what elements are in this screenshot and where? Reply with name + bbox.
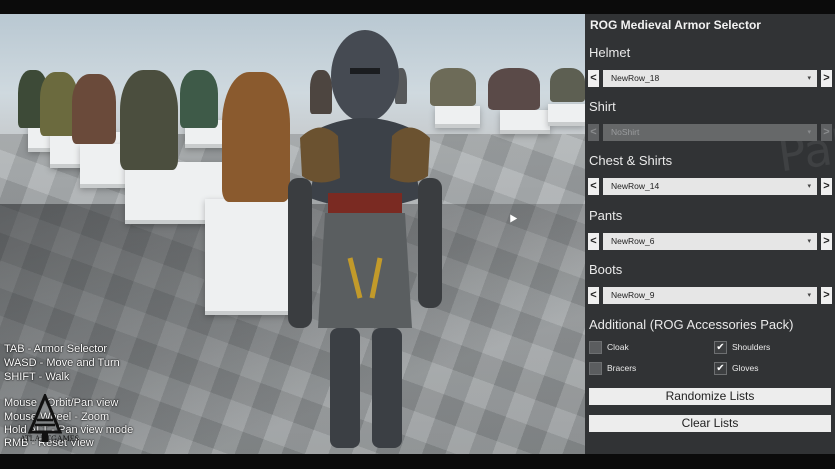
armor-mannequin bbox=[180, 70, 218, 128]
chest-prev-button[interactable]: < bbox=[588, 178, 599, 195]
display-pedestal bbox=[548, 104, 585, 126]
chest-label: Chest & Shirts bbox=[589, 153, 673, 168]
pants-selector: < NewRow_6 ▾ > bbox=[588, 233, 832, 250]
boots-dropdown[interactable]: NewRow_9 ▾ bbox=[603, 287, 817, 304]
bracers-toggle[interactable]: Bracers bbox=[589, 361, 699, 375]
pants-next-button[interactable]: > bbox=[821, 233, 832, 250]
shirt-dropdown[interactable]: NoShirt ▾ bbox=[603, 124, 817, 141]
boots-prev-button[interactable]: < bbox=[588, 287, 599, 304]
cloak-toggle[interactable]: Cloak bbox=[589, 340, 699, 354]
shoulders-checkbox[interactable]: ✔ bbox=[714, 341, 727, 354]
chevron-down-icon: ▾ bbox=[807, 183, 811, 190]
gloves-checkbox[interactable]: ✔ bbox=[714, 362, 727, 375]
chest-value: NewRow_14 bbox=[611, 181, 660, 191]
randomize-lists-button[interactable]: Randomize Lists bbox=[589, 388, 831, 405]
cloak-label: Cloak bbox=[607, 342, 629, 352]
shirt-value: NoShirt bbox=[611, 127, 640, 137]
helmet-selector: < NewRow_18 ▾ > bbox=[588, 70, 832, 87]
clear-lists-button[interactable]: Clear Lists bbox=[589, 415, 831, 432]
gloves-label: Gloves bbox=[732, 363, 759, 373]
pants-dropdown[interactable]: NewRow_6 ▾ bbox=[603, 233, 817, 250]
bracers-checkbox[interactable] bbox=[589, 362, 602, 375]
armor-mannequin bbox=[72, 74, 116, 144]
helmet-prev-button[interactable]: < bbox=[588, 70, 599, 87]
armor-mannequin bbox=[488, 68, 540, 110]
shoulders-label: Shoulders bbox=[732, 342, 771, 352]
panel-title: ROG Medieval Armor Selector bbox=[590, 18, 761, 32]
helmet-value: NewRow_18 bbox=[611, 73, 660, 83]
shoulders-toggle[interactable]: ✔ Shoulders bbox=[714, 340, 824, 354]
chest-next-button[interactable]: > bbox=[821, 178, 832, 195]
armor-selector-panel: Pal ROG Medieval Armor Selector Helmet <… bbox=[585, 14, 835, 454]
chest-dropdown[interactable]: NewRow_14 ▾ bbox=[603, 178, 817, 195]
gloves-toggle[interactable]: ✔ Gloves bbox=[714, 361, 824, 375]
game-viewport[interactable]: TAB - Armor Selector WASD - Move and Tur… bbox=[0, 14, 585, 454]
boots-next-button[interactable]: > bbox=[821, 287, 832, 304]
pants-prev-button[interactable]: < bbox=[588, 233, 599, 250]
boots-label: Boots bbox=[589, 262, 623, 277]
chevron-down-icon: ▾ bbox=[807, 129, 811, 136]
helmet-label: Helmet bbox=[589, 45, 631, 60]
chevron-down-icon: ▾ bbox=[807, 292, 811, 299]
chevron-down-icon: ▾ bbox=[807, 238, 811, 245]
chest-selector: < NewRow_14 ▾ > bbox=[588, 178, 832, 195]
pants-label: Pants bbox=[589, 208, 623, 223]
helmet-next-button[interactable]: > bbox=[821, 70, 832, 87]
pants-value: NewRow_6 bbox=[611, 236, 655, 246]
control-hint: WASD - Move and Turn bbox=[4, 357, 120, 369]
boots-value: NewRow_9 bbox=[611, 290, 655, 300]
control-hint: TAB - Armor Selector bbox=[4, 343, 108, 355]
helmet-dropdown[interactable]: NewRow_18 ▾ bbox=[603, 70, 817, 87]
additional-label: Additional (ROG Accessories Pack) bbox=[589, 317, 794, 332]
shirt-prev-button[interactable]: < bbox=[588, 124, 599, 141]
control-hint: SHIFT - Walk bbox=[4, 371, 70, 383]
cloak-checkbox[interactable] bbox=[589, 341, 602, 354]
display-pedestal bbox=[500, 110, 550, 134]
boots-selector: < NewRow_9 ▾ > bbox=[588, 287, 832, 304]
bracers-label: Bracers bbox=[607, 363, 637, 373]
chevron-down-icon: ▾ bbox=[807, 75, 811, 82]
knight-character bbox=[288, 30, 442, 448]
shirt-next-button[interactable]: > bbox=[821, 124, 832, 141]
shirt-selector: < NoShirt ▾ > bbox=[588, 124, 832, 141]
armor-mannequin bbox=[120, 70, 178, 170]
shirt-label: Shirt bbox=[589, 99, 616, 114]
logo-wordmark: ATLANTGAMES bbox=[20, 434, 80, 443]
armor-mannequin bbox=[550, 68, 585, 102]
